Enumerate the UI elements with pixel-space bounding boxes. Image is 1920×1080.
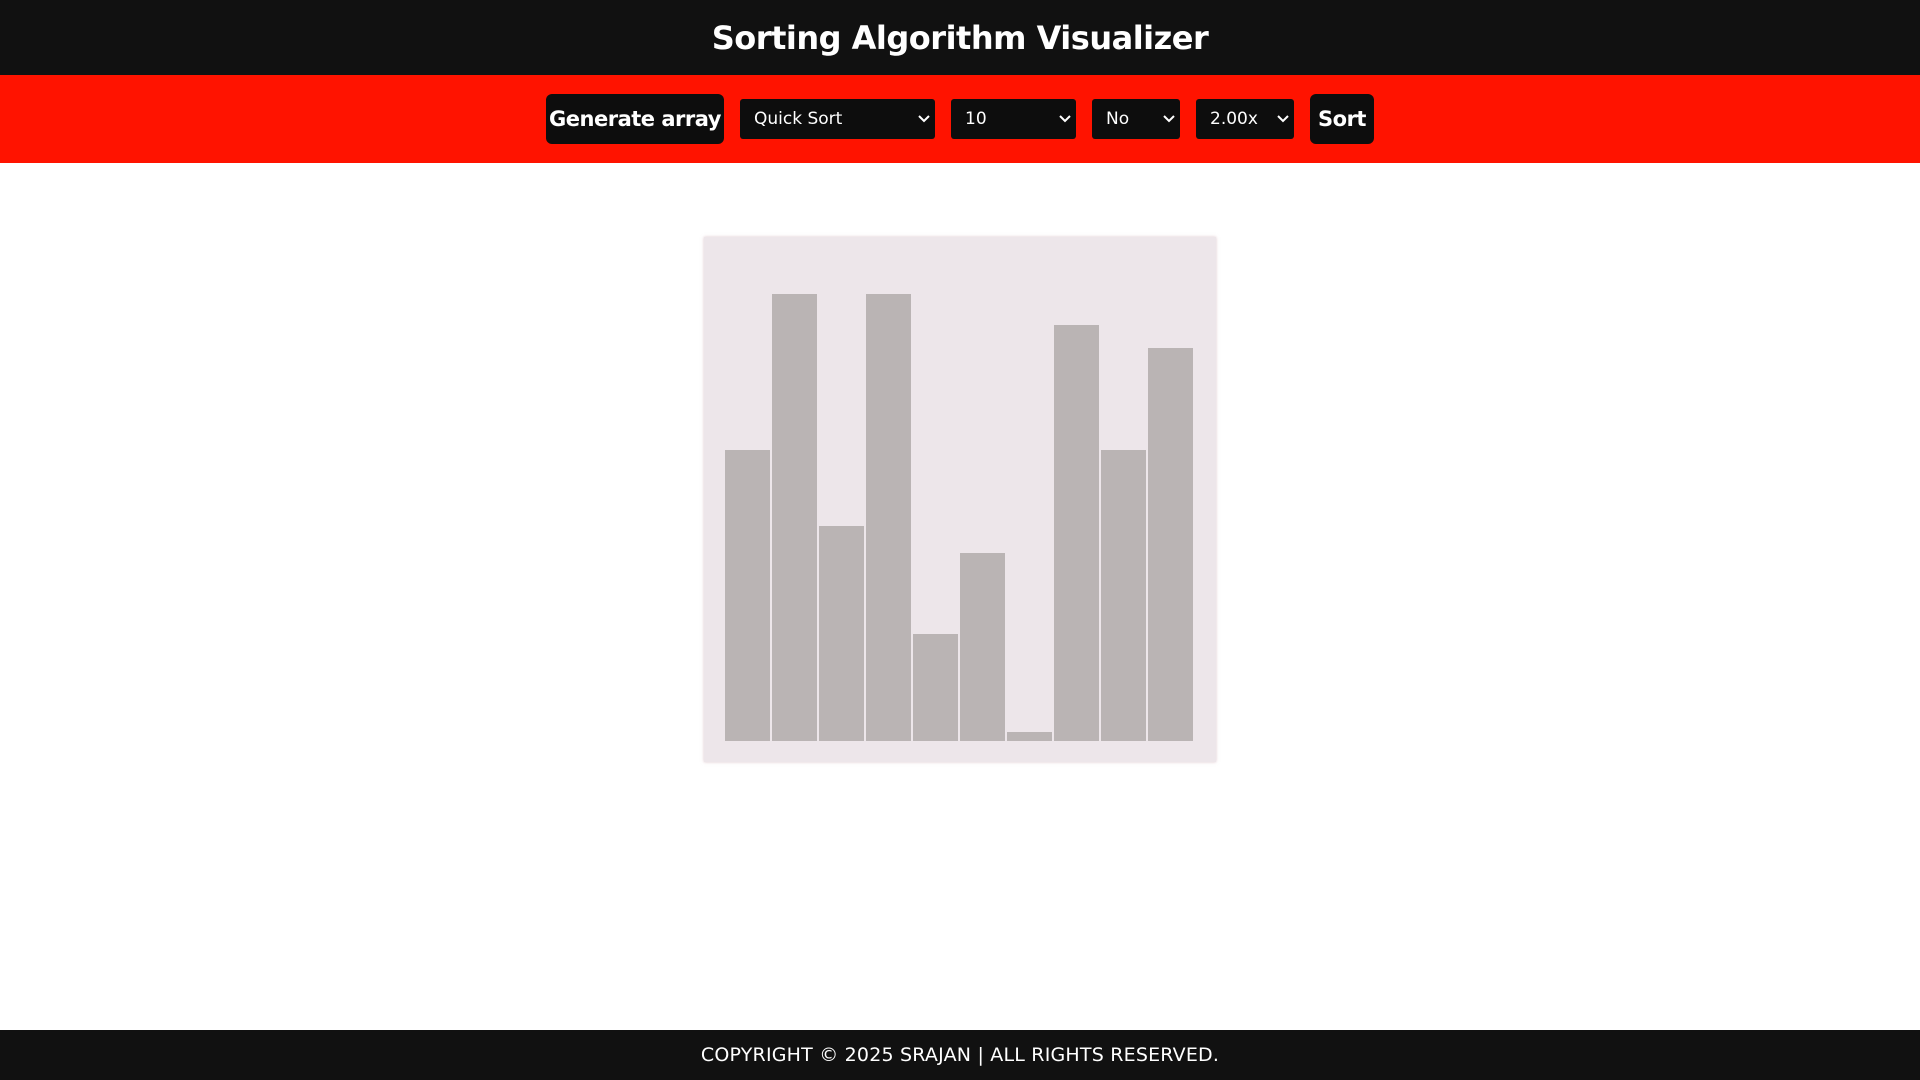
- array-size-select[interactable]: 10: [951, 99, 1076, 139]
- visualizer-canvas: [704, 237, 1216, 762]
- speed-select[interactable]: 2.00x: [1196, 99, 1294, 139]
- footer: COPYRIGHT © 2025 SRAJAN | ALL RIGHTS RES…: [0, 1030, 1920, 1080]
- toolbar: Generate array Quick Sort 10 No 2.00x So…: [0, 75, 1920, 163]
- array-bar: [819, 526, 864, 741]
- array-bar: [1101, 450, 1146, 741]
- sort-button[interactable]: Sort: [1310, 94, 1374, 144]
- algorithm-select[interactable]: Quick Sort: [740, 99, 935, 139]
- speed-select-value: 2.00x: [1210, 109, 1258, 129]
- array-bars: [725, 294, 1195, 741]
- chevron-down-icon: [1272, 115, 1294, 123]
- array-bar: [913, 633, 958, 741]
- array-bar: [1007, 732, 1052, 741]
- array-bar: [1054, 325, 1099, 741]
- chevron-down-icon: [1158, 115, 1180, 123]
- algorithm-select-value: Quick Sort: [754, 109, 843, 129]
- array-bar: [960, 553, 1005, 741]
- header: Sorting Algorithm Visualizer: [0, 0, 1920, 75]
- array-bar: [866, 294, 911, 741]
- array-bar: [725, 450, 770, 741]
- chevron-down-icon: [1054, 115, 1076, 123]
- copyright-text: COPYRIGHT © 2025 SRAJAN | ALL RIGHTS RES…: [700, 1044, 1220, 1066]
- generate-array-button[interactable]: Generate array: [546, 94, 724, 144]
- option-select-value: No: [1106, 109, 1130, 129]
- array-size-select-value: 10: [965, 109, 987, 129]
- page-title: Sorting Algorithm Visualizer: [711, 18, 1209, 57]
- array-bar: [1148, 347, 1193, 741]
- option-select[interactable]: No: [1092, 99, 1180, 139]
- array-bar: [772, 294, 817, 741]
- chevron-down-icon: [913, 115, 935, 123]
